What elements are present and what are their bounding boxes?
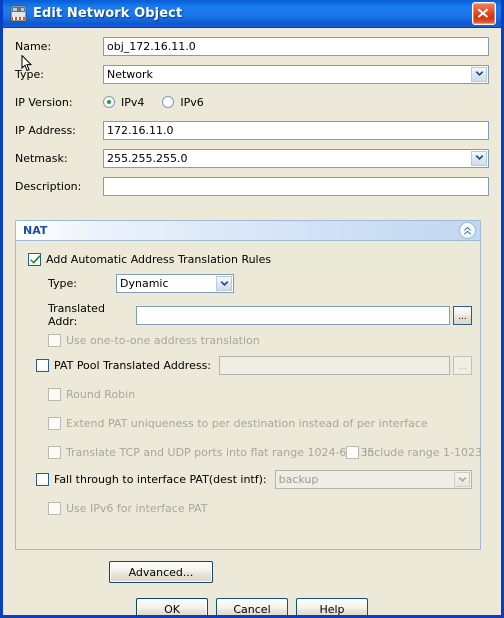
type-row: Type: Network bbox=[3, 63, 501, 85]
chevron-down-icon bbox=[454, 472, 470, 487]
round-robin-checkbox bbox=[48, 387, 61, 401]
pat-pool-label: PAT Pool Translated Address: bbox=[54, 359, 212, 372]
chevron-down-icon bbox=[471, 66, 487, 82]
flat-range-label: Translate TCP and UDP ports into flat ra… bbox=[66, 445, 375, 459]
netmask-select[interactable]: 255.255.255.0 bbox=[103, 148, 489, 168]
translated-addr-input[interactable] bbox=[136, 305, 450, 325]
add-auto-rules-label: Add Automatic Address Translation Rules bbox=[46, 252, 272, 266]
netmask-row: Netmask: 255.255.255.0 bbox=[3, 147, 501, 169]
ip-version-label: IP Version: bbox=[15, 95, 73, 109]
name-row: Name: bbox=[3, 35, 501, 57]
nat-panel-header: NAT bbox=[16, 221, 480, 241]
chevron-down-icon bbox=[216, 276, 232, 291]
translated-addr-row: Translated Addr: ... bbox=[48, 302, 472, 328]
nat-type-value: Dynamic bbox=[120, 277, 169, 290]
cancel-button[interactable]: Cancel bbox=[216, 598, 288, 615]
help-button[interactable]: Help bbox=[296, 598, 368, 615]
name-label: Name: bbox=[15, 39, 52, 53]
type-select-value: Network bbox=[107, 67, 153, 81]
window-title: Edit Network Object bbox=[33, 6, 183, 21]
advanced-button[interactable]: Advanced... bbox=[109, 561, 213, 583]
radio-ipv4[interactable] bbox=[103, 96, 115, 108]
flat-range-row: Translate TCP and UDP ports into flat ra… bbox=[48, 442, 374, 462]
one-to-one-checkbox bbox=[48, 333, 61, 347]
title-bar: Edit Network Object bbox=[3, 0, 501, 28]
ip-address-label: IP Address: bbox=[15, 123, 76, 137]
translated-addr-label: Translated Addr: bbox=[48, 302, 105, 328]
radio-ipv4-label: IPv4 bbox=[121, 95, 145, 109]
dialog-button-bar: OK Cancel Help bbox=[3, 598, 501, 615]
type-select[interactable]: Network bbox=[103, 64, 489, 84]
type-label: Type: bbox=[15, 67, 44, 81]
round-robin-label: Round Robin bbox=[66, 387, 136, 401]
ip-address-row: IP Address: bbox=[3, 119, 501, 141]
add-auto-rules-row: Add Automatic Address Translation Rules bbox=[28, 249, 271, 269]
ipv6-pat-checkbox bbox=[48, 501, 61, 515]
name-input[interactable] bbox=[103, 36, 489, 56]
fall-through-row: Fall through to interface PAT(dest intf)… bbox=[36, 470, 472, 489]
pat-pool-input[interactable] bbox=[219, 356, 450, 375]
fall-through-interface-value: backup bbox=[278, 473, 319, 486]
one-to-one-row: Use one-to-one address translation bbox=[48, 330, 260, 350]
nat-type-label: Type: bbox=[48, 277, 77, 290]
chevron-down-icon bbox=[471, 150, 487, 166]
include-range-label: Include range 1-1023 bbox=[364, 445, 482, 459]
ipv6-pat-row: Use IPv6 for interface PAT bbox=[48, 498, 207, 518]
round-robin-row: Round Robin bbox=[48, 384, 135, 404]
one-to-one-label: Use one-to-one address translation bbox=[66, 333, 260, 347]
netmask-select-value: 255.255.255.0 bbox=[107, 151, 188, 165]
edit-network-object-dialog: Edit Network Object Name: Type: Network bbox=[0, 0, 504, 618]
extend-pat-checkbox bbox=[48, 416, 61, 430]
extend-pat-row: Extend PAT uniqueness to per destination… bbox=[48, 413, 428, 433]
radio-ipv6[interactable] bbox=[162, 96, 175, 108]
radio-ipv6-label: IPv6 bbox=[180, 95, 204, 109]
include-range-checkbox bbox=[346, 445, 359, 459]
add-auto-rules-checkbox[interactable] bbox=[28, 252, 41, 266]
pat-pool-browse-button: ... bbox=[453, 356, 472, 375]
description-label: Description: bbox=[15, 179, 82, 193]
translated-addr-browse-button[interactable]: ... bbox=[453, 305, 472, 325]
nat-type-select[interactable]: Dynamic bbox=[116, 274, 234, 293]
nat-title: NAT bbox=[23, 224, 48, 237]
nat-type-row: Type: Dynamic bbox=[48, 274, 234, 293]
nat-panel: NAT Add Automatic Address Translation Ru… bbox=[15, 220, 482, 550]
ipv6-pat-label: Use IPv6 for interface PAT bbox=[66, 501, 208, 515]
dialog-body: Name: Type: Network IP Version: bbox=[3, 28, 501, 615]
description-row: Description: bbox=[3, 175, 501, 197]
close-icon[interactable] bbox=[472, 2, 496, 25]
ip-address-input[interactable] bbox=[103, 120, 489, 140]
double-chevron-up-icon[interactable] bbox=[459, 222, 476, 239]
flat-range-checkbox bbox=[48, 445, 61, 459]
pat-pool-row: PAT Pool Translated Address: ... bbox=[36, 356, 472, 375]
ok-button[interactable]: OK bbox=[136, 598, 208, 615]
fall-through-label: Fall through to interface PAT(dest intf)… bbox=[54, 473, 267, 486]
fall-through-interface-select[interactable]: backup bbox=[274, 470, 472, 489]
description-input[interactable] bbox=[103, 176, 489, 196]
include-range-row: Include range 1-1023 bbox=[346, 442, 482, 462]
network-object-icon bbox=[10, 5, 28, 23]
ip-version-row: IP Version: IPv4 IPv6 bbox=[3, 91, 501, 113]
extend-pat-label: Extend PAT uniqueness to per destination… bbox=[66, 416, 428, 430]
fall-through-checkbox[interactable] bbox=[36, 473, 49, 486]
netmask-label: Netmask: bbox=[15, 151, 68, 165]
pat-pool-checkbox[interactable] bbox=[36, 359, 49, 372]
